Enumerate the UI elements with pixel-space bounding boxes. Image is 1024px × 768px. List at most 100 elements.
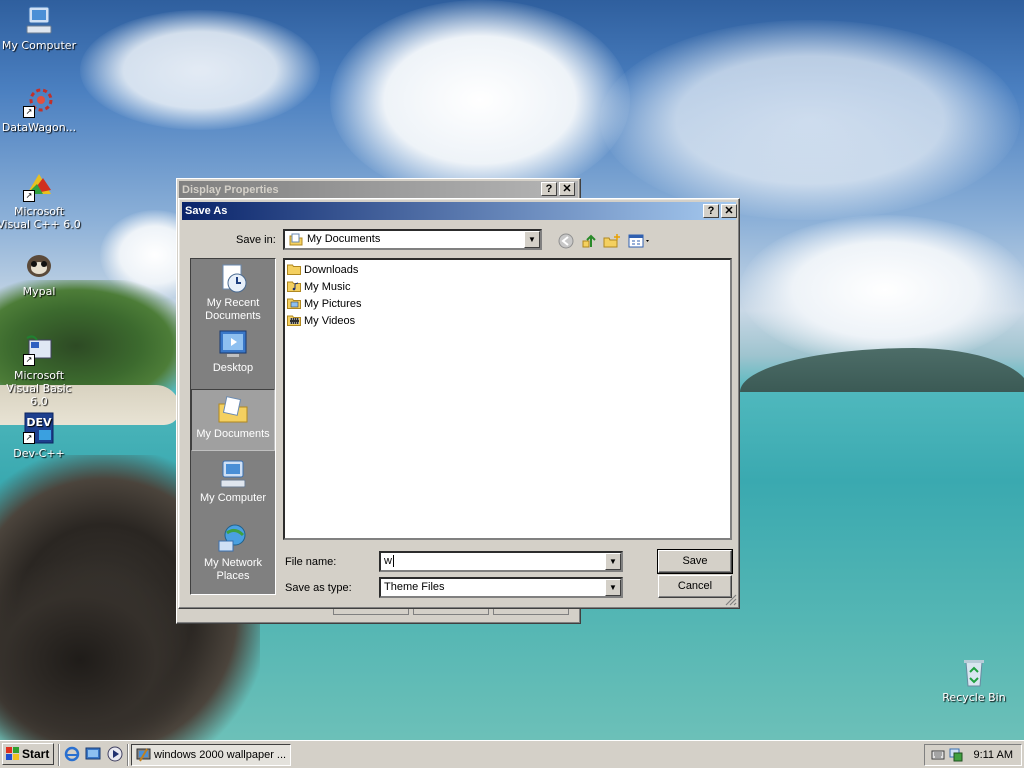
dev-cpp-icon: DEV ↗ — [23, 412, 55, 444]
chevron-down-icon[interactable]: ▼ — [605, 579, 621, 596]
save-in-dropdown[interactable]: My Documents ▼ — [283, 229, 542, 250]
desktop-icon-dev-cpp[interactable]: DEV ↗ Dev-C++ — [0, 412, 82, 460]
desktop-icon-label: Microsoft Visual Basic 6.0 — [6, 369, 72, 408]
display-properties-icon — [136, 748, 151, 762]
desktop-icon-label: Dev-C++ — [13, 447, 65, 460]
views-menu-icon[interactable] — [627, 231, 653, 251]
start-button[interactable]: Start — [2, 743, 54, 765]
file-name-field[interactable]: w ▼ — [379, 551, 623, 572]
place-label: Desktop — [212, 362, 254, 374]
desktop-icon-label: Recycle Bin — [942, 691, 1006, 704]
windows-logo-icon — [6, 747, 19, 760]
place-my-recent-documents[interactable]: My Recent Documents — [191, 259, 275, 322]
media-player-icon[interactable] — [107, 746, 123, 762]
clock[interactable]: 9:11 AM — [973, 745, 1013, 765]
internet-explorer-icon[interactable] — [64, 746, 80, 762]
list-item[interactable]: Downloads — [287, 262, 358, 278]
distant-hills — [740, 348, 1024, 392]
desktop-icon-recycle-bin[interactable]: Recycle Bin — [931, 656, 1017, 704]
file-name-label: File name: — [285, 556, 337, 568]
network-status-icon[interactable] — [949, 748, 963, 762]
save-button[interactable]: Save — [657, 549, 733, 574]
cloud — [740, 215, 1024, 365]
file-name: My Videos — [304, 315, 356, 327]
dev-cpp-icon-text: DEV — [26, 416, 52, 429]
resize-grip-icon[interactable] — [725, 594, 737, 606]
places-bar: My Recent Documents Desktop My Documents… — [190, 258, 276, 595]
mypal-icon — [23, 250, 55, 282]
taskbar-button-label: windows 2000 wallpaper ... — [154, 749, 287, 761]
taskbar: Start windows 2000 wallpaper ... 9:11 AM — [0, 740, 1024, 768]
up-folder-icon[interactable] — [579, 231, 599, 251]
visual-cpp-icon: ↗ — [23, 170, 55, 202]
desktop-icon-my-computer[interactable]: My Computer — [0, 4, 82, 52]
desktop-icon-mypal[interactable]: Mypal — [0, 250, 82, 298]
desktop-icon-visual-cpp[interactable]: ↗ Microsoft Visual C++ 6.0 — [0, 170, 82, 231]
keyboard-icon[interactable] — [931, 748, 945, 762]
file-name-value: w — [384, 555, 392, 567]
help-button[interactable]: ? — [703, 204, 719, 218]
save-as-type-value: Theme Files — [384, 581, 445, 593]
recent-documents-icon — [217, 263, 249, 295]
desktop-icon-label: Mypal — [22, 285, 56, 298]
save-as-type-dropdown[interactable]: Theme Files ▼ — [379, 577, 623, 598]
videos-folder-icon — [287, 315, 301, 326]
desktop-icon — [217, 328, 249, 360]
my-documents-icon — [217, 394, 249, 426]
place-label: My Documents — [196, 428, 270, 440]
list-item[interactable]: My Pictures — [287, 296, 361, 312]
save-as-title: Save As — [182, 202, 736, 220]
text-cursor — [392, 555, 394, 567]
recycle-bin-icon — [958, 656, 990, 688]
cloud — [330, 0, 630, 200]
taskbar-separator — [58, 744, 60, 766]
back-icon[interactable] — [556, 231, 576, 251]
place-my-documents[interactable]: My Documents — [191, 389, 275, 451]
cloud — [600, 20, 1020, 220]
close-button[interactable]: ✕ — [559, 182, 575, 196]
visual-basic-icon: ↗ — [23, 334, 55, 366]
cancel-button[interactable]: Cancel — [658, 575, 732, 598]
save-in-value: My Documents — [307, 233, 381, 245]
help-button[interactable]: ? — [541, 182, 557, 196]
folder-icon — [287, 264, 301, 275]
desktop-icon-visual-basic[interactable]: ↗ Microsoft Visual Basic 6.0 — [0, 334, 82, 408]
list-item[interactable]: My Videos — [287, 313, 355, 329]
cloud — [80, 10, 320, 130]
file-name: My Pictures — [304, 298, 362, 310]
desktop-icon-datawagon[interactable]: ↗ DataWagon... — [0, 86, 82, 134]
file-name: My Music — [304, 281, 351, 293]
chevron-down-icon[interactable]: ▼ — [605, 553, 621, 570]
system-tray: 9:11 AM — [924, 744, 1022, 766]
datawagon-icon: ↗ — [23, 86, 55, 118]
save-in-label: Save in: — [236, 234, 276, 246]
taskbar-separator — [127, 744, 129, 766]
close-button[interactable]: ✕ — [721, 204, 737, 218]
place-desktop[interactable]: Desktop — [191, 324, 275, 386]
desktop-icon-label: DataWagon... — [1, 121, 77, 134]
place-label: My Computer — [199, 492, 267, 504]
taskbar-button-display-properties[interactable]: windows 2000 wallpaper ... — [131, 744, 291, 766]
start-label: Start — [22, 747, 50, 761]
list-item[interactable]: My Music — [287, 279, 350, 295]
chevron-down-icon[interactable]: ▼ — [524, 231, 540, 248]
new-folder-icon[interactable] — [602, 231, 622, 251]
save-as-dialog: Save As ? ✕ Save in: My Documents ▼ My R… — [178, 198, 740, 609]
rocks — [0, 560, 200, 740]
network-places-icon — [217, 523, 249, 555]
music-folder-icon — [287, 281, 301, 292]
show-desktop-icon[interactable] — [85, 746, 101, 762]
my-computer-icon — [217, 458, 249, 490]
my-documents-icon — [289, 233, 303, 246]
desktop-icon-label: My Computer — [1, 39, 77, 52]
file-list[interactable]: Downloads My Music My Pictures My Videos — [283, 258, 732, 540]
display-properties-title: Display Properties — [179, 181, 578, 199]
save-as-type-label: Save as type: — [285, 582, 352, 594]
place-my-network-places[interactable]: My Network Places — [191, 519, 275, 582]
file-name: Downloads — [304, 264, 359, 276]
pictures-folder-icon — [287, 298, 301, 309]
desktop-icon-label: Microsoft Visual C++ 6.0 — [0, 205, 81, 231]
my-computer-icon — [23, 4, 55, 36]
place-label: My Recent Documents — [205, 297, 261, 322]
place-my-computer[interactable]: My Computer — [191, 454, 275, 516]
